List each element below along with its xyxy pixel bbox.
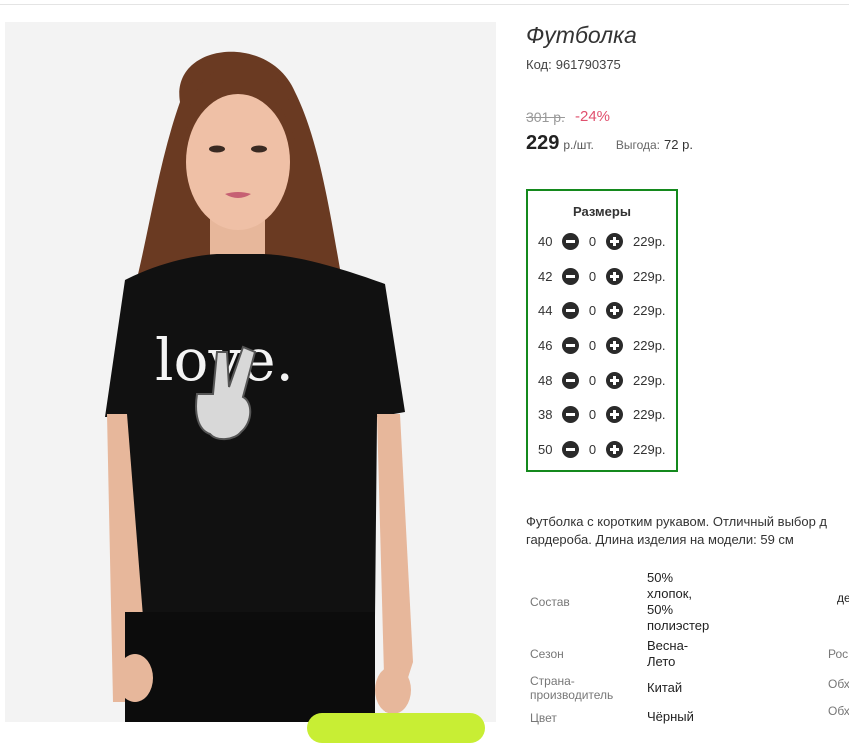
- quantity-value: 0: [588, 233, 597, 249]
- product-description: Футболка с коротким рукавом. Отличный вы…: [526, 513, 849, 549]
- minus-icon[interactable]: [562, 405, 579, 423]
- size-label: 50: [538, 441, 553, 457]
- size-price: 229р.: [633, 268, 666, 284]
- size-price: 229р.: [633, 372, 666, 388]
- plus-icon[interactable]: [606, 232, 623, 250]
- quantity-value: 0: [588, 372, 597, 388]
- size-price: 229р.: [633, 233, 666, 249]
- sizes-panel: Размеры 40 0 229р. 42 0 229р. 44 0 229р.…: [526, 189, 678, 472]
- model-illustration: love.: [5, 22, 496, 722]
- size-row: 38 0 229р.: [538, 404, 666, 424]
- size-price: 229р.: [633, 337, 666, 353]
- quantity-value: 0: [588, 337, 597, 353]
- plus-icon[interactable]: [606, 301, 623, 319]
- minus-icon[interactable]: [562, 232, 579, 250]
- plus-icon[interactable]: [606, 405, 623, 423]
- truncated-property: де: [837, 591, 849, 605]
- product-photo[interactable]: love.: [5, 22, 496, 722]
- size-price: 229р.: [633, 406, 666, 422]
- add-to-cart-button[interactable]: [307, 713, 485, 743]
- price-line: 229 р./шт. Выгода: 72 р.: [526, 132, 693, 155]
- quantity-value: 0: [588, 268, 597, 284]
- size-row: 48 0 229р.: [538, 370, 666, 390]
- minus-icon[interactable]: [562, 371, 579, 389]
- country-value: Китай: [647, 680, 683, 695]
- composition-value-line: 50%: [647, 570, 674, 585]
- minus-icon[interactable]: [562, 267, 579, 285]
- old-price: 301 р.: [526, 109, 565, 125]
- size-row: 42 0 229р.: [538, 266, 666, 286]
- size-price: 229р.: [633, 441, 666, 457]
- top-divider: [0, 4, 849, 5]
- size-label: 38: [538, 406, 553, 422]
- minus-icon[interactable]: [562, 440, 579, 458]
- price-value: 229: [526, 132, 560, 154]
- size-row: 40 0 229р.: [538, 231, 666, 251]
- product-code-value: 961790375: [555, 57, 621, 72]
- benefit-label: Выгода:: [615, 138, 661, 152]
- size-price: 229р.: [633, 302, 666, 318]
- product-code: Код: 961790375: [526, 57, 621, 72]
- plus-icon[interactable]: [606, 267, 623, 285]
- composition-value-line: 50%: [647, 602, 674, 617]
- composition-value-line: хлопок,: [647, 586, 693, 601]
- size-label: 42: [538, 268, 553, 284]
- sizes-title: Размеры: [573, 204, 631, 219]
- truncated-property: Обх: [828, 704, 849, 718]
- size-row: 44 0 229р.: [538, 300, 666, 320]
- size-label: 48: [538, 372, 553, 388]
- truncated-property: Рос: [828, 647, 849, 661]
- size-row: 46 0 229р.: [538, 335, 666, 355]
- benefit-value: 72 р.: [664, 137, 693, 152]
- description-line: гардероба. Длина изделия на модели: 59 с…: [526, 532, 794, 547]
- quantity-value: 0: [588, 302, 597, 318]
- truncated-property: Обх: [828, 677, 849, 691]
- quantity-value: 0: [588, 406, 597, 422]
- plus-icon[interactable]: [606, 336, 623, 354]
- product-code-label: Код:: [526, 57, 552, 72]
- plus-icon[interactable]: [606, 440, 623, 458]
- country-label-line: Страна-: [530, 674, 575, 688]
- composition-label: Состав: [530, 595, 570, 609]
- price-unit: р./шт.: [563, 138, 594, 152]
- minus-icon[interactable]: [562, 301, 579, 319]
- quantity-value: 0: [588, 441, 597, 457]
- season-label: Сезон: [530, 647, 564, 661]
- season-value-line: Весна-: [647, 638, 689, 653]
- size-label: 40: [538, 233, 553, 249]
- size-row: 50 0 229р.: [538, 439, 666, 459]
- season-value: Весна- Лето: [647, 638, 688, 670]
- discount-badge: -24%: [575, 108, 611, 125]
- size-label: 46: [538, 337, 553, 353]
- composition-value: 50% хлопок, 50% полиэстер: [647, 570, 709, 634]
- size-label: 44: [538, 302, 553, 318]
- country-label-line: производитель: [530, 688, 614, 702]
- color-value: Чёрный: [647, 709, 694, 724]
- color-label: Цвет: [530, 711, 557, 725]
- season-value-line: Лето: [647, 654, 676, 669]
- minus-icon[interactable]: [562, 336, 579, 354]
- product-title: Футболка: [526, 22, 637, 48]
- description-line: Футболка с коротким рукавом. Отличный вы…: [526, 514, 828, 529]
- composition-value-line: полиэстер: [647, 618, 710, 633]
- plus-icon[interactable]: [606, 371, 623, 389]
- country-label: Страна- производитель: [530, 674, 613, 702]
